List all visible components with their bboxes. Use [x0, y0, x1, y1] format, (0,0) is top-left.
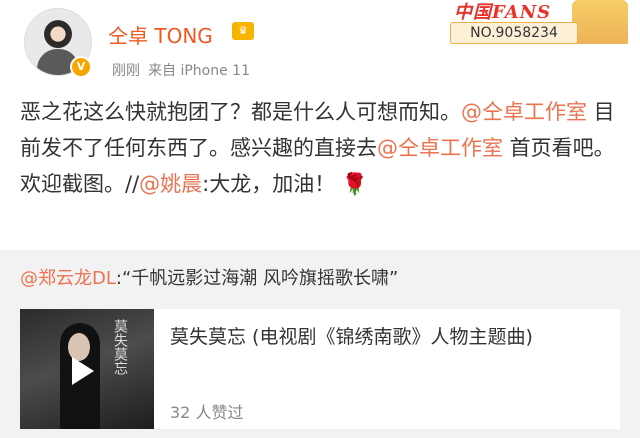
repost-author[interactable]: @郑云龙DL — [20, 268, 116, 289]
post-header: V 仝卓 TONG ♛ 刚刚 来自 iPhone 11 中国FANS NO.905… — [0, 0, 640, 92]
fans-badge[interactable]: 中国FANS NO.9058234 — [432, 0, 632, 48]
post-time: 刚刚 — [112, 63, 140, 79]
mention-link[interactable]: @仝卓工作室 — [377, 136, 503, 160]
music-thumbnail[interactable]: 莫失莫忘 — [20, 309, 154, 429]
fans-logo: 中国FANS — [454, 2, 552, 23]
repost-text: @郑云龙DL:“千帆远影过海潮 风吟旗摇歌长啸” — [20, 264, 398, 290]
mention-link[interactable]: @姚晨 — [139, 172, 202, 196]
play-icon[interactable] — [72, 357, 94, 385]
member-crown-icon[interactable]: ♛ — [232, 22, 254, 40]
mention-link[interactable]: @仝卓工作室 — [461, 100, 587, 124]
verified-badge-icon: V — [70, 56, 92, 78]
music-card[interactable]: 莫失莫忘 莫失莫忘 (电视剧《锦绣南歌》人物主题曲) 32 人赞过 — [20, 309, 620, 429]
post-text: 恶之花这么快就抱团了？都是什么人可想而知。@仝卓工作室 目前发不了任何东西了。感… — [20, 94, 620, 202]
gate-icon — [572, 0, 628, 44]
username[interactable]: 仝卓 TONG — [108, 20, 213, 49]
post-line-4: :大龙，加油！ — [202, 172, 336, 196]
likes-count: 32 人赞过 — [170, 403, 244, 422]
post-meta: 刚刚 来自 iPhone 11 — [112, 60, 250, 80]
post-line-1: 恶之花这么快就抱团了？都是什么人可想而知。 — [20, 100, 461, 124]
fans-number: NO.9058234 — [450, 22, 578, 44]
post-source: 来自 iPhone 11 — [148, 63, 250, 79]
thumb-calligraphy: 莫失莫忘 — [112, 319, 128, 375]
repost-content: :“千帆远影过海潮 风吟旗摇歌长啸” — [115, 268, 399, 289]
rose-icon: 🌹 — [341, 172, 369, 196]
song-title[interactable]: 莫失莫忘 (电视剧《锦绣南歌》人物主题曲) — [170, 323, 610, 351]
